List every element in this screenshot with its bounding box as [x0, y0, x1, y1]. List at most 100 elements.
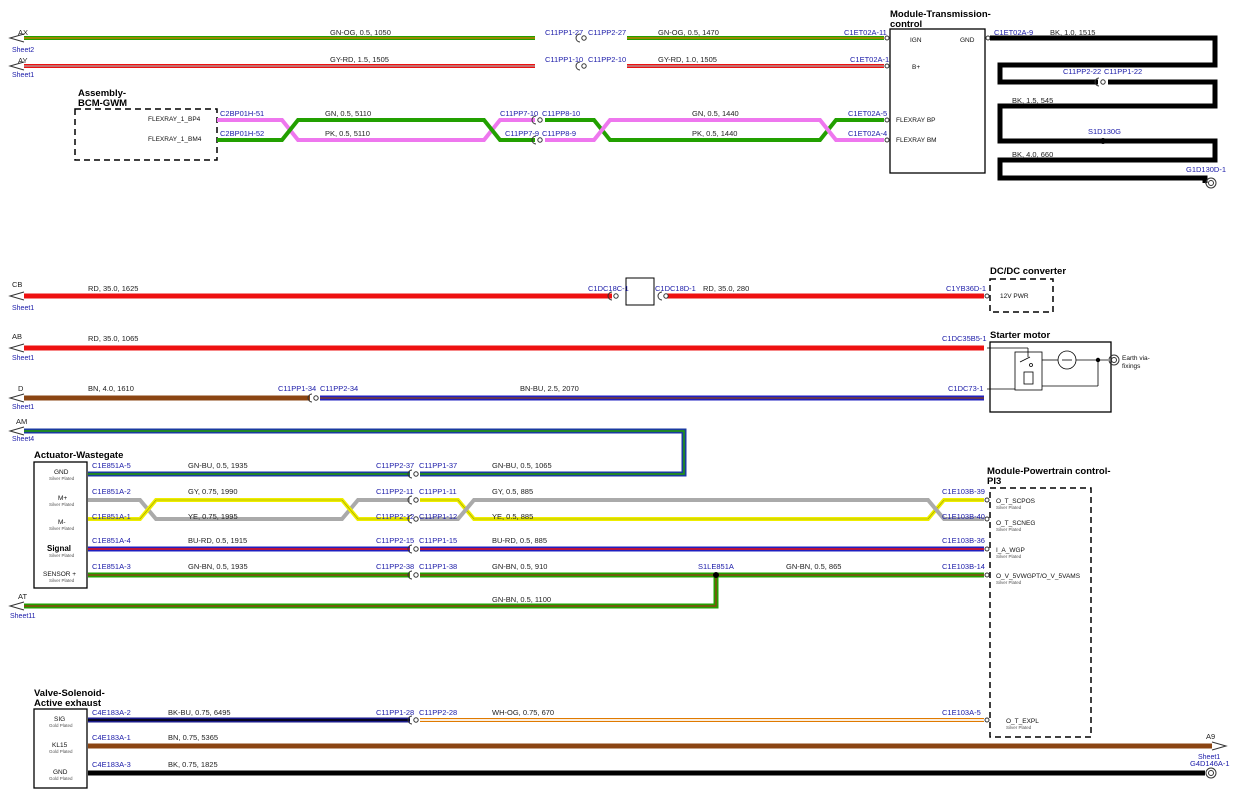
connector-valve-1-a: C4E183A-1: [92, 733, 131, 742]
connector-wg-1-c: C11PP1-11: [419, 487, 457, 496]
pcm-pin-wgp: I_A_WGP: [996, 547, 1025, 554]
wire-label-fr-pk-1: PK, 0.5, 5110: [325, 129, 370, 138]
ground-label-valve: G4D146A-1: [1190, 759, 1230, 768]
wire-label-d-2: BN-BU, 2.5, 2070: [520, 384, 579, 393]
plating-label: Silver Plated: [49, 476, 75, 481]
sheet-link-am[interactable]: Sheet4: [12, 436, 34, 443]
wire-label-wg-4-1: GN-BN, 0.5, 1935: [188, 562, 248, 571]
connector-wg-4-a: C1E851A-3: [92, 562, 131, 571]
connector-fr-4: C11PP8-10: [542, 109, 580, 118]
wire-label-wg-0-1: GN-BU, 0.5, 1935: [188, 461, 248, 470]
sheet-arrow-cb[interactable]: [8, 291, 25, 301]
starter-module-box[interactable]: [989, 341, 1112, 413]
plating-label: Silver Plated: [49, 502, 75, 507]
wire-code-cb: CB: [12, 280, 22, 289]
sheet-link-ay[interactable]: Sheet1: [12, 72, 34, 79]
sheet-link-at[interactable]: Sheet11: [10, 613, 36, 620]
wire-at: [24, 575, 719, 609]
splice-node: [1095, 357, 1101, 363]
wire-label-wg-2-1: YE, 0.75, 1995: [188, 512, 238, 521]
connector-cb-1: C1DC18C-1: [588, 284, 629, 293]
splice-label-wg: S1LE851A: [698, 562, 734, 571]
plating-label: Silver Plated: [996, 580, 1022, 585]
wire-label-wg-3-1: BU-RD, 0.5, 1915: [188, 536, 247, 545]
splice-node: [1100, 138, 1106, 144]
connector-wg-2-b: C11PP2-12: [376, 512, 414, 521]
wastegate-pin-gnd: GND: [54, 469, 69, 476]
pcm-title-line2: PI3: [987, 476, 1001, 487]
sheet-link-ax[interactable]: Sheet2: [12, 47, 34, 54]
wire-label-wg-2-2: YE, 0.5, 885: [492, 512, 533, 521]
connector-cb-3: C1YB36D-1: [946, 284, 986, 293]
wire-label-gnd-3: BK, 4.0, 660: [1012, 150, 1053, 159]
wire-label-fr-gn-2: GN, 0.5, 1440: [692, 109, 739, 118]
plating-label: Gold Plated: [49, 776, 73, 781]
connector-wg-0-c: C11PP1-37: [419, 461, 457, 470]
connector-fr-5: C11PP7-9: [505, 129, 539, 138]
pcm-pin-terminals: [984, 497, 990, 723]
wire-label-d-1: BN, 4.0, 1610: [88, 384, 134, 393]
wire-label-fr-pk-2: PK, 0.5, 1440: [692, 129, 737, 138]
pcm-pin-scneg: O_T_SCNEG: [996, 520, 1035, 527]
sheet-arrow-a9[interactable]: [1211, 741, 1228, 751]
connector-fr-7: C1ET02A-5: [848, 109, 887, 118]
sheet-link-ab[interactable]: Sheet1: [12, 355, 34, 362]
sheet-arrow-at[interactable]: [8, 601, 25, 611]
connector-bcm-1: C2BP01H-51: [220, 109, 264, 118]
connector-wg-0-a: C1E851A-5: [92, 461, 131, 470]
wire-label-gnd-1: BK, 1.0, 1515: [1050, 28, 1095, 37]
splice-node: [713, 572, 719, 578]
dcdc-pin-12v: 12V PWR: [1000, 293, 1029, 300]
ground-label-tcm: G1D130D-1: [1186, 165, 1226, 174]
valve-pin-sig: SIG: [54, 716, 65, 723]
wiring-diagram: AX Sheet2 AY Sheet1 GN-OG, 0.5, 1050 C11…: [8, 9, 1230, 789]
connector-wg-3-b: C11PP2-15: [376, 536, 414, 545]
connector-fr-3: C11PP7-10: [500, 109, 538, 118]
sheet-link-d[interactable]: Sheet1: [12, 404, 34, 411]
connector-gnd-1: C1ET02A-9: [994, 28, 1033, 37]
inline-connector-icon: [575, 33, 587, 71]
sheet-arrow-ab[interactable]: [8, 343, 25, 353]
tcm-module-box[interactable]: [889, 28, 986, 174]
ground-terminal-icon: [1205, 767, 1217, 779]
valve-pin-gnd: GND: [53, 769, 68, 776]
wire-label-valve-0-1: BK-BU, 0.75, 6495: [168, 708, 231, 717]
sheet-link-cb[interactable]: Sheet1: [12, 305, 34, 312]
wire-code-ab: AB: [12, 332, 22, 341]
connector-ay-3: C1ET02A-1: [850, 55, 889, 64]
wire-at-stripe: [24, 575, 717, 607]
sheet-arrow-d[interactable]: [8, 393, 25, 403]
pcm-title-line1: Module-Powertrain control-: [987, 466, 1111, 477]
connector-ax-2: C11PP2-27: [588, 28, 626, 37]
wire-label-valve-2-1: BK, 0.75, 1825: [168, 760, 218, 769]
connector-wg-1-b: C11PP2-11: [376, 487, 414, 496]
starter-earth-line2: fixings: [1122, 363, 1141, 370]
plating-label: Silver Plated: [996, 527, 1022, 532]
connector-d-2: C11PP2-34: [320, 384, 358, 393]
connector-valve-0-a: C4E183A-2: [92, 708, 131, 717]
connector-gnd-3: C11PP1-22: [1104, 67, 1142, 76]
wastegate-pin-mminus: M-: [58, 519, 66, 526]
sheet-arrow-am[interactable]: [8, 426, 25, 436]
connector-cb-2: C1DC18D-1: [655, 284, 696, 293]
wire-label-wg-3-2: BU-RD, 0.5, 885: [492, 536, 547, 545]
ground-wire-tcm: [990, 35, 1218, 183]
connector-ay-2: C11PP2-10: [588, 55, 626, 64]
bcm-pin-bp4: FLEXRAY_1_BP4: [148, 116, 201, 123]
connector-wg-2-a: C1E851A-1: [92, 512, 131, 521]
connector-wg-2-d: C1E103B-40: [942, 512, 985, 521]
wire-label-wg-4-2: GN-BN, 0.5, 910: [492, 562, 547, 571]
connector-d-1: C11PP1-34: [278, 384, 316, 393]
wire-label-wg-1-1: GY, 0.75, 1990: [188, 487, 238, 496]
bcm-title-line2: BCM-GWM: [78, 98, 127, 109]
wire-code-d: D: [18, 384, 24, 393]
wire-label-ax-2: GN-OG, 0.5, 1470: [658, 28, 719, 37]
pcm-pin-scpos: O_T_SCPOS: [996, 498, 1036, 505]
pcm-pin-expl: O_T_EXPL: [1006, 718, 1039, 725]
fuse-link-box: [625, 277, 655, 306]
connector-valve-0-d: C1E103A-5: [942, 708, 981, 717]
connector-ax-3: C1ET02A-11: [844, 28, 887, 37]
plating-label: Silver Plated: [996, 505, 1022, 510]
connector-wg-3-c: C11PP1-15: [419, 536, 457, 545]
connector-ab: C1DC35B5-1: [942, 334, 987, 343]
